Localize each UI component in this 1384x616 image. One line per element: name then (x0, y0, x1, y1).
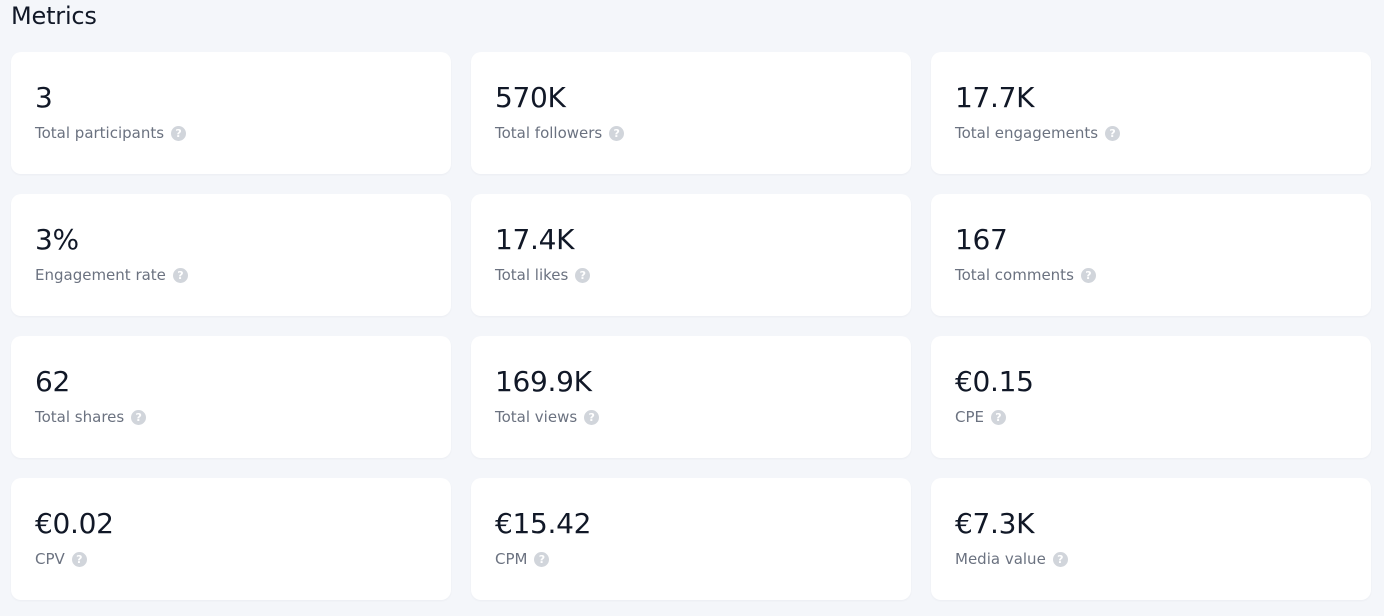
metric-label: Total engagements (955, 124, 1099, 142)
metric-value: €15.42 (495, 507, 592, 540)
metric-label-row: CPE ? (955, 408, 1347, 426)
metric-label: Total followers (495, 124, 603, 142)
metric-value: 570K (495, 81, 566, 114)
help-icon[interactable]: ? (172, 267, 188, 283)
metric-card-total-views: 169.9K Total views ? (471, 336, 911, 458)
metric-label: Total views (495, 408, 578, 426)
metric-label: Engagement rate (35, 266, 166, 284)
metric-label-row: Total followers ? (495, 124, 887, 142)
metric-card-media-value: €7.3K Media value ? (931, 478, 1371, 600)
metric-card-total-likes: 17.4K Total likes ? (471, 194, 911, 316)
metric-card-engagement-rate: 3% Engagement rate ? (11, 194, 451, 316)
metric-card-total-followers: 570K Total followers ? (471, 52, 911, 174)
page-title: Metrics (11, 2, 97, 30)
metric-label: CPM (495, 550, 528, 568)
help-icon[interactable]: ? (171, 125, 187, 141)
metric-label: Total comments (955, 266, 1074, 284)
metric-label-row: Total engagements ? (955, 124, 1347, 142)
help-icon[interactable]: ? (584, 409, 600, 425)
metric-card-cpe: €0.15 CPE ? (931, 336, 1371, 458)
help-icon[interactable]: ? (1080, 267, 1096, 283)
metric-card-total-comments: 167 Total comments ? (931, 194, 1371, 316)
metric-label: Media value (955, 550, 1046, 568)
metric-card-total-shares: 62 Total shares ? (11, 336, 451, 458)
help-icon[interactable]: ? (1052, 551, 1068, 567)
metric-label-row: CPV ? (35, 550, 427, 568)
metric-label: Total participants (35, 124, 165, 142)
metric-label-row: Total comments ? (955, 266, 1347, 284)
metric-label: CPE (955, 408, 984, 426)
help-icon[interactable]: ? (991, 409, 1006, 425)
metric-label-row: Total participants ? (35, 124, 427, 142)
metric-label: Total shares (35, 408, 125, 426)
metric-label-row: Total likes ? (495, 266, 887, 284)
metric-value: 3% (35, 223, 79, 256)
metric-card-total-participants: 3 Total participants ? (11, 52, 451, 174)
metric-label: CPV (35, 550, 65, 568)
metric-label-row: Engagement rate ? (35, 266, 427, 284)
metric-card-cpv: €0.02 CPV ? (11, 478, 451, 600)
metric-label-row: CPM ? (495, 550, 887, 568)
metric-value: €0.15 (955, 365, 1034, 398)
metric-value: 17.4K (495, 223, 575, 256)
help-icon[interactable]: ? (131, 409, 147, 425)
metric-label-row: Total shares ? (35, 408, 427, 426)
metric-value: 167 (955, 223, 1008, 256)
metric-label-row: Media value ? (955, 550, 1347, 568)
metric-value: €0.02 (35, 507, 114, 540)
help-icon[interactable]: ? (1105, 125, 1121, 141)
metric-card-total-engagements: 17.7K Total engagements ? (931, 52, 1371, 174)
metrics-grid: 3 Total participants ? 570K Total follow… (11, 52, 1371, 600)
metric-card-cpm: €15.42 CPM ? (471, 478, 911, 600)
metric-value: €7.3K (955, 507, 1035, 540)
help-icon[interactable]: ? (71, 551, 87, 567)
help-icon[interactable]: ? (609, 125, 625, 141)
metric-label-row: Total views ? (495, 408, 887, 426)
metric-value: 3 (35, 81, 53, 114)
metric-label: Total likes (495, 266, 569, 284)
help-icon[interactable]: ? (575, 267, 591, 283)
metric-value: 17.7K (955, 81, 1035, 114)
metric-value: 62 (35, 365, 71, 398)
help-icon[interactable]: ? (534, 551, 550, 567)
metric-value: 169.9K (495, 365, 592, 398)
